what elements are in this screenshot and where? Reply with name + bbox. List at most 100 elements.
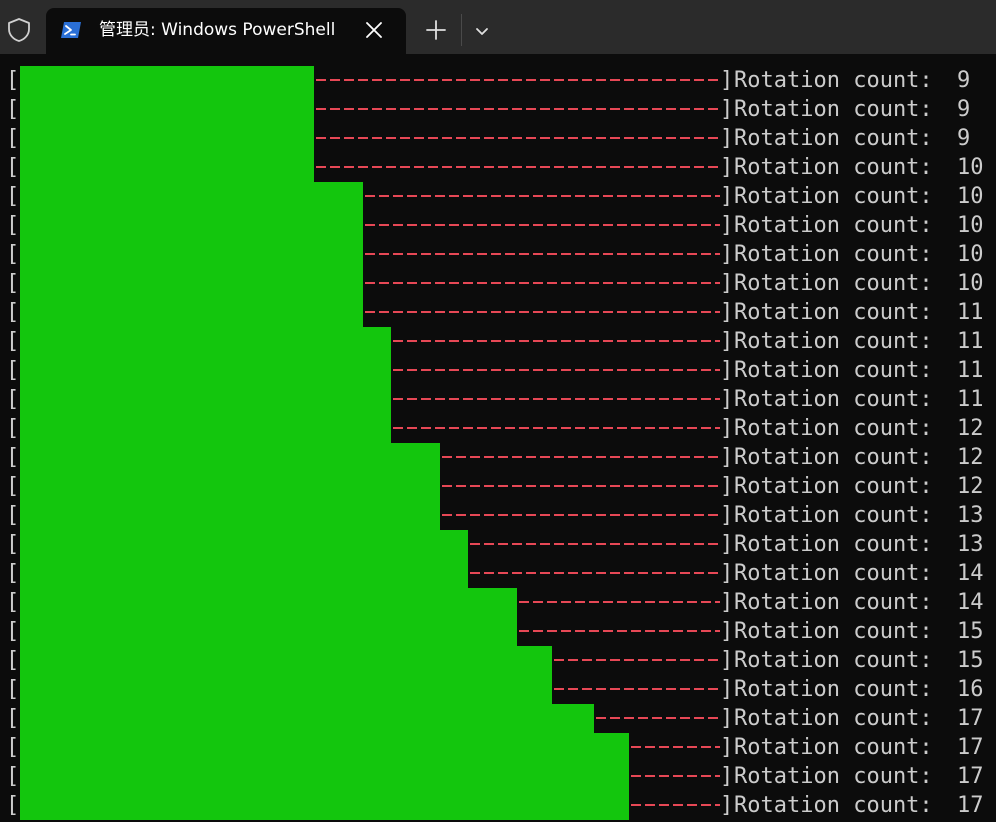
progress-remaining <box>470 559 720 588</box>
rotation-count-label: Rotation count: <box>734 126 933 151</box>
rotation-count-label: Rotation count: <box>734 561 933 586</box>
rotation-count-label: Rotation count: <box>734 416 933 441</box>
progress-fill <box>20 153 314 182</box>
progress-remaining <box>393 327 720 356</box>
progress-fill <box>20 124 314 153</box>
plus-icon[interactable] <box>424 18 448 42</box>
rotation-count-value: 15 <box>957 648 984 673</box>
close-bracket: ] <box>720 97 734 122</box>
open-bracket: [ <box>6 329 20 354</box>
progress-fill <box>20 95 314 124</box>
progress-remaining <box>365 240 720 269</box>
progress-row: [] Rotation count: 12 <box>0 414 996 443</box>
rotation-count-value: 15 <box>957 619 984 644</box>
shield-icon <box>8 18 30 42</box>
progress-remaining <box>442 443 720 472</box>
progress-row: [] Rotation count: 16 <box>0 675 996 704</box>
terminal-output[interactable]: [] Rotation count: 9[] Rotation count: 9[] Ro… <box>0 54 996 822</box>
chevron-down-icon[interactable] <box>472 21 492 41</box>
rotation-count-label: Rotation count: <box>734 474 933 499</box>
rotation-count-value: 13 <box>957 503 984 528</box>
progress-row: [] Rotation count: 14 <box>0 588 996 617</box>
rotation-count-label: Rotation count: <box>734 271 933 296</box>
progress-row: [] Rotation count: 15 <box>0 617 996 646</box>
rotation-count-value: 17 <box>957 764 984 789</box>
progress-row: [] Rotation count: 13 <box>0 530 996 559</box>
rotation-count-label: Rotation count: <box>734 242 933 267</box>
progress-fill <box>20 240 363 269</box>
progress-fill <box>20 704 594 733</box>
progress-row: [] Rotation count: 15 <box>0 646 996 675</box>
progress-remaining <box>519 617 720 646</box>
open-bracket: [ <box>6 648 20 673</box>
powershell-icon <box>61 22 81 38</box>
rotation-count-value: 13 <box>957 532 984 557</box>
progress-fill <box>20 211 363 240</box>
progress-fill <box>20 385 391 414</box>
rotation-count-label: Rotation count: <box>734 503 933 528</box>
rotation-count-label: Rotation count: <box>734 706 933 731</box>
progress-remaining <box>365 211 720 240</box>
close-bracket: ] <box>720 590 734 615</box>
progress-remaining <box>393 356 720 385</box>
progress-row: [] Rotation count: 17 <box>0 762 996 791</box>
tab-separator <box>461 14 462 46</box>
progress-remaining <box>365 182 720 211</box>
close-bracket: ] <box>720 271 734 296</box>
progress-remaining <box>554 675 720 704</box>
progress-row: [] Rotation count: 12 <box>0 472 996 501</box>
rotation-count-value: 14 <box>957 561 984 586</box>
progress-row: [] Rotation count: 17 <box>0 791 996 820</box>
close-bracket: ] <box>720 503 734 528</box>
tab-powershell[interactable]: 管理员: Windows PowerShell <box>46 8 406 54</box>
close-icon[interactable] <box>364 20 384 40</box>
rotation-count-value: 10 <box>957 155 984 180</box>
rotation-count-label: Rotation count: <box>734 387 933 412</box>
open-bracket: [ <box>6 126 20 151</box>
open-bracket: [ <box>6 619 20 644</box>
progress-remaining <box>470 530 720 559</box>
progress-fill <box>20 559 468 588</box>
rotation-count-value: 11 <box>957 300 984 325</box>
rotation-count-label: Rotation count: <box>734 329 933 354</box>
rotation-count-value: 14 <box>957 590 984 615</box>
progress-row: [] Rotation count: 10 <box>0 211 996 240</box>
progress-remaining <box>393 414 720 443</box>
progress-remaining <box>365 269 720 298</box>
rotation-count-value: 10 <box>957 213 984 238</box>
open-bracket: [ <box>6 474 20 499</box>
close-bracket: ] <box>720 735 734 760</box>
rotation-count-label: Rotation count: <box>734 764 933 789</box>
open-bracket: [ <box>6 764 20 789</box>
rotation-count-value: 12 <box>957 445 984 470</box>
open-bracket: [ <box>6 445 20 470</box>
rotation-count-label: Rotation count: <box>734 300 933 325</box>
close-bracket: ] <box>720 242 734 267</box>
rotation-count-label: Rotation count: <box>734 445 933 470</box>
progress-fill <box>20 298 363 327</box>
rotation-count-value: 17 <box>957 735 984 760</box>
progress-remaining <box>316 95 720 124</box>
progress-remaining <box>631 762 720 791</box>
open-bracket: [ <box>6 242 20 267</box>
rotation-count-value: 12 <box>957 416 984 441</box>
open-bracket: [ <box>6 416 20 441</box>
progress-row: [] Rotation count: 12 <box>0 443 996 472</box>
progress-fill <box>20 414 391 443</box>
progress-remaining <box>442 472 720 501</box>
close-bracket: ] <box>720 561 734 586</box>
progress-row: [] Rotation count: 14 <box>0 559 996 588</box>
progress-row: [] Rotation count: 9 <box>0 66 996 95</box>
progress-remaining <box>442 501 720 530</box>
progress-fill <box>20 675 552 704</box>
open-bracket: [ <box>6 503 20 528</box>
rotation-count-label: Rotation count: <box>734 619 933 644</box>
open-bracket: [ <box>6 155 20 180</box>
progress-fill <box>20 617 517 646</box>
rotation-count-value: 9 <box>957 68 971 93</box>
progress-row: [] Rotation count: 13 <box>0 501 996 530</box>
rotation-count-label: Rotation count: <box>734 358 933 383</box>
open-bracket: [ <box>6 271 20 296</box>
open-bracket: [ <box>6 68 20 93</box>
open-bracket: [ <box>6 300 20 325</box>
